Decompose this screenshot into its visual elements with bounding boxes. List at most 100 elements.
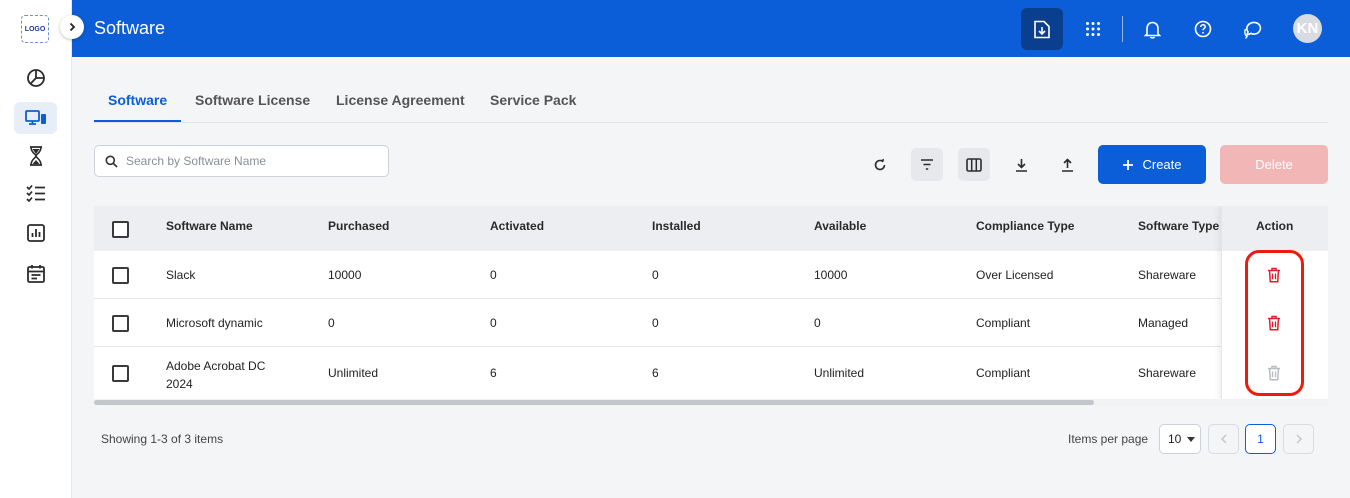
column-header[interactable]: Purchased: [328, 219, 389, 233]
delete-row-icon-disabled: [1268, 365, 1280, 381]
software-table: Software Name Purchased Activated Instal…: [94, 206, 1328, 406]
download-button[interactable]: [1005, 148, 1037, 181]
column-header[interactable]: Activated: [490, 219, 544, 233]
apps-grid-icon: [1086, 22, 1100, 36]
scrollbar-thumb[interactable]: [94, 400, 1094, 405]
pagination-summary: Showing 1-3 of 3 items: [101, 432, 224, 446]
cell-available: 10000: [814, 268, 848, 282]
tab-license-agreement[interactable]: License Agreement: [336, 92, 465, 108]
download-icon: [1015, 158, 1027, 172]
apps-button[interactable]: [1072, 8, 1114, 50]
tab-software[interactable]: Software: [108, 92, 167, 108]
logo: LOGO: [21, 15, 49, 43]
calendar-icon: [26, 264, 45, 283]
cell-available: Unlimited: [814, 366, 865, 380]
column-header[interactable]: Compliance Type: [976, 219, 1074, 233]
column-header: Action: [1256, 219, 1294, 233]
row-checkbox[interactable]: [112, 267, 129, 284]
column-header[interactable]: Installed: [652, 219, 701, 233]
checklist-icon: [25, 184, 45, 202]
create-button[interactable]: Create: [1098, 145, 1206, 184]
file-download-icon: [1034, 20, 1050, 38]
cell-installed: 6: [652, 366, 659, 380]
tab-software-license[interactable]: Software License: [195, 92, 310, 108]
create-button-label: Create: [1142, 157, 1182, 172]
column-header[interactable]: Software Name: [166, 219, 253, 233]
page-number-button[interactable]: 1: [1245, 424, 1276, 454]
user-avatar[interactable]: KN: [1293, 14, 1322, 43]
notifications-button[interactable]: [1131, 8, 1173, 50]
devices-icon: [24, 110, 46, 125]
items-per-page-select[interactable]: 10: [1159, 424, 1201, 454]
delete-row-icon[interactable]: [1267, 267, 1281, 283]
filter-icon: [921, 159, 933, 170]
chat-button[interactable]: [1232, 8, 1274, 50]
download-agent-button[interactable]: [1021, 8, 1063, 50]
column-header[interactable]: Available: [814, 219, 866, 233]
sidebar-item-dashboard[interactable]: [14, 62, 57, 94]
horizontal-scrollbar[interactable]: [94, 399, 1328, 406]
upload-button[interactable]: [1051, 148, 1083, 181]
select-all-checkbox[interactable]: [112, 221, 129, 238]
cell-compliance-type: Compliant: [976, 316, 1031, 330]
upload-icon: [1061, 157, 1073, 172]
columns-button[interactable]: [958, 148, 990, 181]
refresh-button[interactable]: [864, 148, 896, 181]
delete-row-icon[interactable]: [1267, 315, 1281, 331]
help-icon: [1194, 20, 1212, 38]
table-row[interactable]: Slack 10000 0 0 10000 Over Licensed Shar…: [94, 251, 1328, 299]
refresh-icon: [874, 158, 886, 170]
filter-button[interactable]: [911, 148, 943, 181]
caret-down-icon: [1187, 436, 1196, 442]
sidebar-item-calendar[interactable]: [14, 257, 57, 289]
chevron-right-icon: [69, 22, 76, 32]
active-tab-indicator: [94, 120, 181, 122]
cell-software-type: Shareware: [1138, 366, 1197, 380]
next-page-button[interactable]: [1283, 424, 1314, 454]
cell-installed: 0: [652, 316, 659, 330]
prev-page-button[interactable]: [1208, 424, 1239, 454]
cell-purchased: Unlimited: [328, 366, 379, 380]
page-title: Software: [94, 18, 166, 38]
row-checkbox[interactable]: [112, 365, 129, 382]
cell-software-name[interactable]: Adobe Acrobat DC 2024: [166, 357, 291, 393]
sidebar-toggle-button[interactable]: [60, 15, 84, 39]
cell-compliance-type: Over Licensed: [976, 268, 1054, 282]
cell-software-name[interactable]: Slack: [166, 268, 195, 282]
hourglass-icon: [29, 146, 42, 166]
chevron-left-icon: [1220, 434, 1227, 444]
search-input[interactable]: [126, 154, 376, 168]
search-icon: [105, 155, 118, 168]
cell-available: 0: [814, 316, 821, 330]
table-row[interactable]: Adobe Acrobat DC 2024 Unlimited 6 6 Unli…: [94, 347, 1328, 400]
plus-icon: [1123, 159, 1134, 170]
cell-compliance-type: Compliant: [976, 366, 1031, 380]
items-per-page-label: Items per page: [1068, 432, 1149, 446]
pie-chart-icon: [26, 69, 45, 87]
chat-icon: [1244, 21, 1262, 39]
items-per-page-value: 10: [1168, 432, 1182, 446]
sidebar-item-reports[interactable]: [14, 217, 57, 249]
delete-button-label: Delete: [1255, 157, 1293, 172]
bar-report-icon: [26, 224, 45, 242]
table-header: Software Name Purchased Activated Instal…: [94, 206, 1328, 251]
action-column-header: Action: [1222, 206, 1328, 251]
cell-software-type: Managed: [1138, 316, 1189, 330]
row-checkbox[interactable]: [112, 315, 129, 332]
action-column: Action: [1221, 206, 1328, 400]
cell-activated: 0: [490, 268, 497, 282]
delete-button[interactable]: Delete: [1220, 145, 1328, 184]
chevron-right-icon: [1295, 434, 1302, 444]
sidebar-item-software[interactable]: [14, 102, 57, 134]
columns-icon: [966, 157, 982, 172]
cell-purchased: 10000: [328, 268, 362, 282]
sidebar-item-tasks[interactable]: [14, 177, 57, 209]
tab-service-pack[interactable]: Service Pack: [490, 92, 576, 108]
cell-software-name[interactable]: Microsoft dynamic: [166, 316, 263, 330]
bell-icon: [1143, 21, 1161, 39]
help-button[interactable]: [1182, 8, 1224, 50]
table-row[interactable]: Microsoft dynamic 0 0 0 0 Compliant Mana…: [94, 299, 1328, 347]
sidebar-item-pending[interactable]: [14, 140, 57, 172]
cell-purchased: 0: [328, 316, 335, 330]
column-header[interactable]: Software Type: [1138, 219, 1219, 233]
